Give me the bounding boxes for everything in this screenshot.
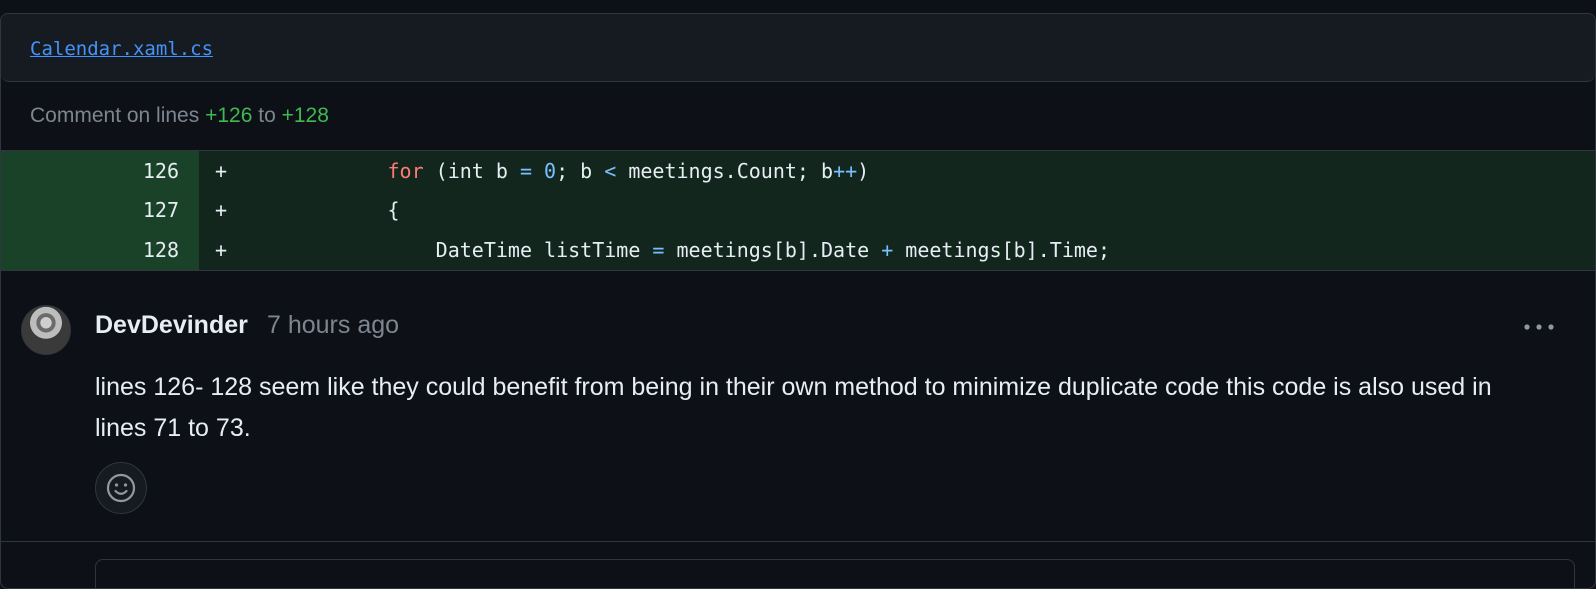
review-thread: Calendar.xaml.cs Comment on lines +126 t… xyxy=(0,13,1596,589)
kebab-horizontal-icon[interactable] xyxy=(1519,315,1559,339)
code-text: DateTime listTime xyxy=(436,238,653,262)
comment-body: lines 126- 128 seem like they could bene… xyxy=(95,367,1535,449)
code-operator: = xyxy=(520,159,532,183)
code-text: meetings[b].Time; xyxy=(893,238,1110,262)
comment-range-joiner: to xyxy=(258,104,276,127)
line-number: 128 xyxy=(1,230,199,270)
code-operator: ++ xyxy=(833,159,857,183)
review-comment: DevDevinder 7 hours ago lines 126- 128 s… xyxy=(1,271,1595,543)
code-text: ; b xyxy=(556,159,604,183)
code-text: (int b xyxy=(424,159,520,183)
code-indent xyxy=(243,198,388,222)
line-number: 127 xyxy=(1,191,199,231)
code-line: DateTime listTime = meetings[b].Date + m… xyxy=(229,238,1110,262)
comment-timestamp[interactable]: 7 hours ago xyxy=(267,311,399,340)
avatar[interactable] xyxy=(21,305,71,355)
comment-range-start: +126 xyxy=(205,104,252,127)
code-line: for (int b = 0; b < meetings.Count; b++) xyxy=(229,159,869,183)
code-text: { xyxy=(388,198,400,222)
diff-marker: + xyxy=(199,159,229,183)
code-number: 0 xyxy=(544,159,556,183)
comment-author[interactable]: DevDevinder xyxy=(95,311,248,340)
comment-range-end: +128 xyxy=(282,104,329,127)
code-indent xyxy=(243,238,436,262)
diff-row: 127 + { xyxy=(1,191,1595,231)
code-text: ) xyxy=(857,159,869,183)
code-text: meetings[b].Date xyxy=(664,238,881,262)
add-reaction-button[interactable] xyxy=(95,462,147,514)
code-keyword: for xyxy=(388,159,424,183)
smiley-icon xyxy=(105,472,137,504)
line-number: 126 xyxy=(1,151,199,191)
code-operator: < xyxy=(604,159,616,183)
code-text xyxy=(532,159,544,183)
code-operator: + xyxy=(881,238,893,262)
diff-snippet: 126 + for (int b = 0; b < meetings.Count… xyxy=(1,150,1595,271)
diff-row: 126 + for (int b = 0; b < meetings.Count… xyxy=(1,151,1595,191)
comment-range: Comment on lines +126 to +128 xyxy=(1,82,1595,150)
kebab-horizontal-icon-svg xyxy=(1523,323,1555,331)
reply-input[interactable] xyxy=(95,559,1575,589)
divider xyxy=(1,541,1596,542)
comment-range-prefix: Comment on lines xyxy=(30,104,199,127)
file-link[interactable]: Calendar.xaml.cs xyxy=(30,38,213,60)
code-line: { xyxy=(229,198,400,222)
code-text: meetings.Count; b xyxy=(616,159,833,183)
file-header: Calendar.xaml.cs xyxy=(1,14,1595,82)
code-operator: = xyxy=(652,238,664,262)
diff-row: 128 + DateTime listTime = meetings[b].Da… xyxy=(1,230,1595,270)
diff-marker: + xyxy=(199,198,229,222)
code-indent xyxy=(243,159,388,183)
diff-marker: + xyxy=(199,238,229,262)
